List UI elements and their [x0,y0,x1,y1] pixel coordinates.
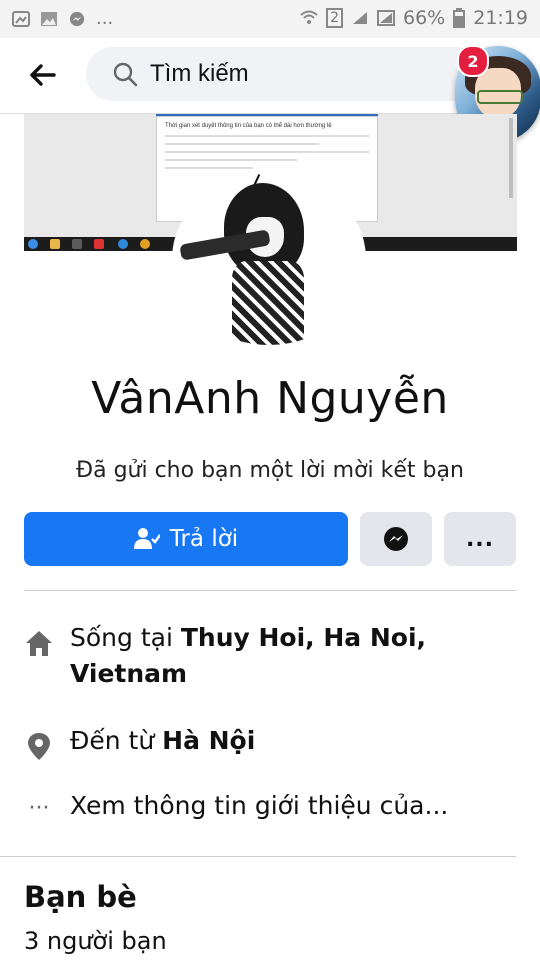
back-button[interactable] [25,58,59,92]
more-dots-icon: ··· [28,796,50,821]
photo-icon [41,11,57,26]
search-placeholder: Tìm kiếm [150,60,249,87]
profile-picture[interactable] [172,173,366,345]
search-bar[interactable]: Tìm kiếm [86,47,486,101]
cover-line [165,135,369,137]
reply-button-label: Trả lời [169,526,239,552]
friends-title: Bạn bè [24,880,137,914]
info-lives-place-1: Thuy Hoi, Ha Noi, [180,623,427,652]
messenger-icon [69,11,85,26]
start-icon [28,239,38,249]
info-lives-prefix: Sống tại [70,623,181,652]
cover-scrollbar [509,118,513,198]
folder-icon [50,239,60,249]
location-pin-icon [28,733,50,760]
see-about-link[interactable]: ··· Xem thông tin giới thiệu của... [24,788,516,826]
chat-head-glasses [477,90,523,104]
battery-percent: 66% [403,7,446,29]
wifi-icon [300,10,318,24]
info-from-place: Hà Nội [162,726,256,755]
divider [24,590,516,591]
sim-indicator: 2 [326,8,343,28]
messenger-icon [384,527,408,551]
info-from-prefix: Đến từ [70,726,163,755]
cover-line [165,159,297,161]
status-right: 2 66% 21:19 [300,7,528,29]
reply-button[interactable]: Trả lời [24,512,348,566]
cover-line [165,143,319,145]
more-button[interactable]: ... [444,512,516,566]
more-notifications: ... [96,8,114,29]
see-about-text: Xem thông tin giới thiệu của... [70,791,449,820]
signal-icon [353,12,367,24]
status-bar: ... 2 66% 21:19 [0,0,540,38]
friend-request-text: Đã gửi cho bạn một lời mời kết bạn [76,458,464,483]
divider [0,856,516,857]
back-arrow-icon [30,64,56,86]
avatar-body [232,261,304,345]
battery-icon [453,8,466,28]
app-icon [94,239,104,249]
home-icon [26,631,52,656]
search-icon [113,62,138,87]
media-icon [72,239,82,249]
cover-line [165,167,253,169]
signal-icon-2 [377,10,395,26]
friends-count[interactable]: 3 người bạn [24,927,167,955]
status-left: ... [12,8,113,29]
clock: 21:19 [473,7,528,29]
profile-name: VânAnh Nguyễn [91,373,449,424]
chrome-icon [140,239,150,249]
info-from-text: Đến từ Hà Nội [70,723,255,759]
notification-icon [12,10,30,27]
info-lives-place-2: Vietnam [70,659,188,688]
info-lives-in: Sống tại Thuy Hoi, Ha Noi, Vietnam [24,620,516,692]
info-lives-text: Sống tại Thuy Hoi, Ha Noi, Vietnam [70,620,426,692]
ie-icon [118,239,128,249]
info-from: Đến từ Hà Nội [24,723,516,761]
add-friend-icon [133,528,160,549]
message-button[interactable] [360,512,432,566]
chat-head-badge: 2 [457,45,489,77]
cover-line [165,151,369,153]
cover-document-title: Thời gian xét duyệt thông tin của bạn có… [165,123,332,129]
